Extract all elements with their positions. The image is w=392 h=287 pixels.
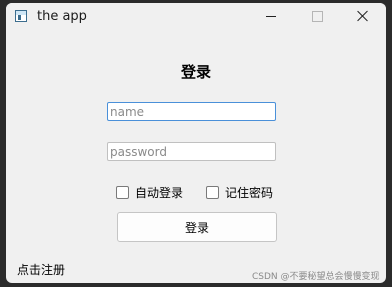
minimize-icon — [266, 16, 276, 17]
auto-login-option[interactable]: 自动登录 — [116, 184, 183, 200]
username-input[interactable] — [107, 102, 276, 121]
close-icon — [357, 10, 369, 22]
login-button[interactable]: 登录 — [117, 212, 277, 242]
password-input[interactable] — [107, 142, 276, 161]
auto-login-label: 自动登录 — [135, 185, 184, 200]
login-heading: 登录 — [180, 63, 211, 81]
close-button[interactable] — [340, 3, 386, 32]
register-link[interactable]: 点击注册 — [17, 261, 65, 278]
remember-password-checkbox[interactable] — [206, 185, 219, 199]
maximize-button[interactable] — [294, 3, 340, 32]
app-window: the app 登录 自动登录 记住密码 登录 点击注册 — [6, 3, 386, 283]
app-window-icon — [15, 10, 27, 22]
maximize-icon — [312, 11, 323, 22]
remember-password-option[interactable]: 记住密码 — [206, 184, 273, 200]
watermark-text: CSDN @不要秘望总会慢慢变现 — [252, 272, 380, 282]
login-form: 登录 自动登录 记住密码 登录 点击注册 — [6, 32, 386, 283]
remember-password-label: 记住密码 — [225, 185, 274, 200]
minimize-button[interactable] — [248, 3, 294, 32]
auto-login-checkbox[interactable] — [116, 185, 129, 199]
window-title: the app — [37, 9, 87, 24]
title-bar[interactable]: the app — [6, 3, 386, 32]
